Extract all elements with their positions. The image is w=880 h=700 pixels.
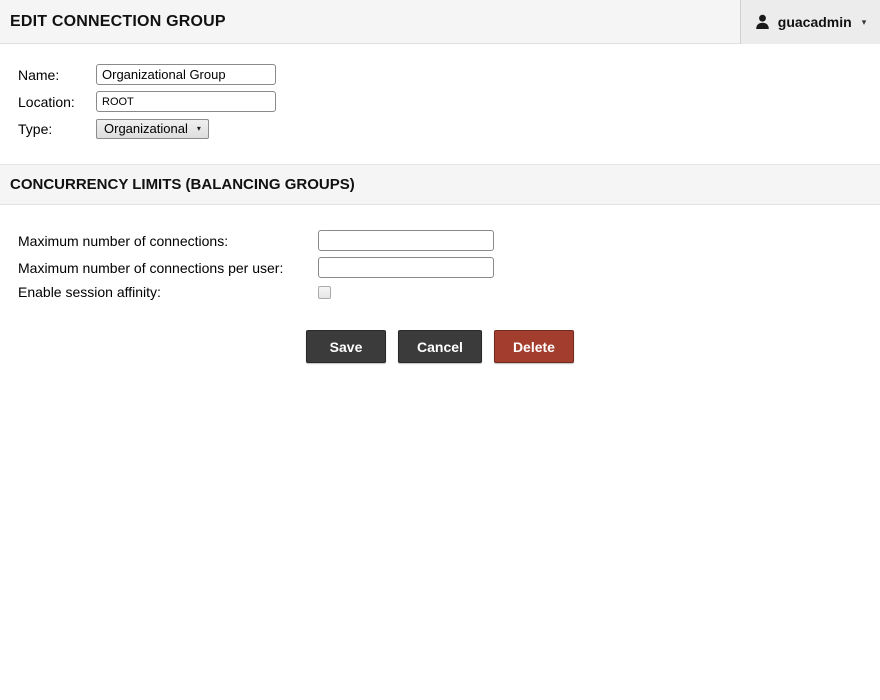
location-input[interactable]: [96, 91, 276, 112]
max-connections-per-user-row: Maximum number of connections per user:: [18, 257, 880, 278]
max-connections-per-user-input[interactable]: [318, 257, 494, 278]
page-title: EDIT CONNECTION GROUP: [0, 13, 226, 31]
action-buttons: Save Cancel Delete: [0, 330, 880, 363]
cancel-button[interactable]: Cancel: [398, 330, 482, 363]
max-connections-input[interactable]: [318, 230, 494, 251]
max-connections-row: Maximum number of connections:: [18, 230, 880, 251]
name-field-row: Name:: [18, 64, 880, 85]
type-select-value: Organizational: [104, 121, 188, 136]
location-label: Location:: [18, 94, 96, 110]
delete-button[interactable]: Delete: [494, 330, 574, 363]
concurrency-section-title: CONCURRENCY LIMITS (BALANCING GROUPS): [0, 176, 355, 193]
concurrency-fields-section: Maximum number of connections: Maximum n…: [0, 205, 880, 300]
user-menu[interactable]: guacadmin ▾: [740, 0, 880, 44]
location-field-row: Location:: [18, 91, 880, 112]
max-connections-label: Maximum number of connections:: [18, 233, 318, 249]
type-select[interactable]: Organizational ▾: [96, 119, 209, 139]
save-button[interactable]: Save: [306, 330, 386, 363]
type-field-row: Type: Organizational ▾: [18, 118, 880, 139]
user-icon: [755, 14, 770, 30]
chevron-down-icon: ▾: [862, 17, 867, 28]
session-affinity-label: Enable session affinity:: [18, 284, 318, 300]
session-affinity-row: Enable session affinity:: [18, 284, 880, 300]
concurrency-section-header: CONCURRENCY LIMITS (BALANCING GROUPS): [0, 164, 880, 205]
page-header: EDIT CONNECTION GROUP guacadmin ▾: [0, 0, 880, 44]
name-input[interactable]: [96, 64, 276, 85]
session-affinity-checkbox[interactable]: [318, 286, 331, 299]
group-properties-section: Name: Location: Type: Organizational ▾: [0, 44, 880, 139]
select-caret-icon: ▾: [197, 124, 201, 133]
name-label: Name:: [18, 67, 96, 83]
type-label: Type:: [18, 121, 96, 137]
max-connections-per-user-label: Maximum number of connections per user:: [18, 260, 318, 276]
user-name: guacadmin: [778, 14, 852, 30]
